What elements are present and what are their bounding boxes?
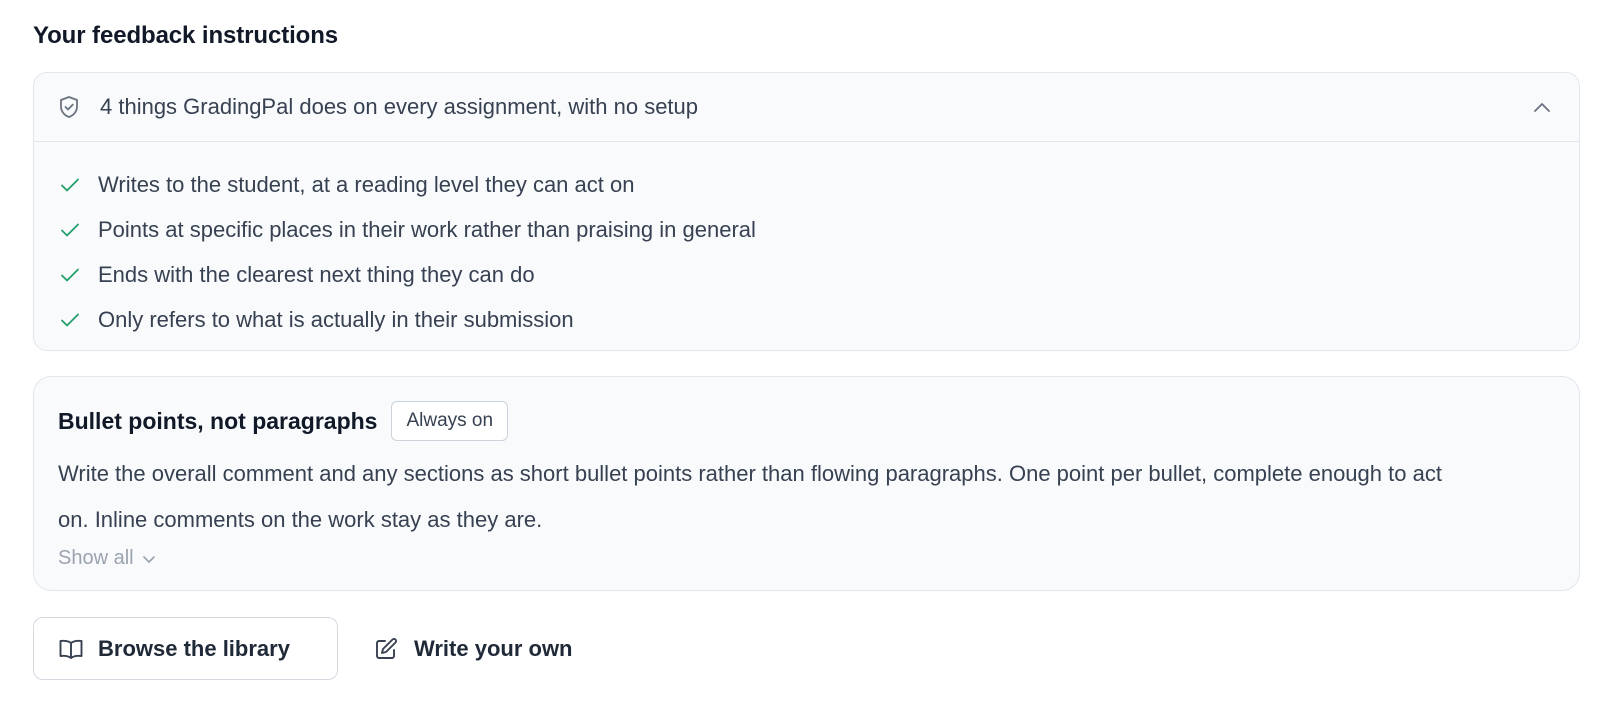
- defaults-item-text: Only refers to what is actually in their…: [98, 306, 574, 332]
- show-all-label: Show all: [58, 547, 134, 569]
- defaults-list-item: Only refers to what is actually in their…: [60, 297, 1579, 342]
- defaults-item-text: Writes to the student, at a reading leve…: [98, 171, 635, 197]
- instruction-body: Write the overall comment and any sectio…: [58, 461, 1442, 532]
- instruction-header: Bullet points, not paragraphs Always on: [58, 399, 1555, 443]
- edit-icon: [374, 636, 400, 662]
- defaults-card: 4 things GradingPal does on every assign…: [33, 72, 1580, 351]
- instruction-card[interactable]: Bullet points, not paragraphs Always on …: [33, 376, 1580, 591]
- defaults-list-item: Writes to the student, at a reading leve…: [60, 162, 1579, 207]
- check-icon: [60, 174, 82, 196]
- shield-check-icon: [58, 95, 82, 119]
- chevron-up-icon[interactable]: [1531, 96, 1553, 118]
- check-icon: [60, 309, 82, 331]
- status-badge: Always on: [391, 401, 509, 441]
- check-icon: [60, 264, 82, 286]
- defaults-item-text: Points at specific places in their work …: [98, 216, 756, 242]
- check-icon: [60, 219, 82, 241]
- actions-bar: Browse the library Write your own: [33, 617, 597, 680]
- chevron-down-icon: [142, 554, 156, 564]
- defaults-header-label: 4 things GradingPal does on every assign…: [100, 94, 699, 119]
- defaults-list-item: Points at specific places in their work …: [60, 207, 1579, 252]
- show-all-button[interactable]: Show all: [58, 547, 156, 570]
- section-title: Your feedback instructions: [33, 22, 339, 49]
- book-open-icon: [58, 636, 84, 662]
- browse-library-label: Browse the library: [98, 635, 290, 661]
- defaults-toggle[interactable]: 4 things GradingPal does on every assign…: [34, 73, 1579, 142]
- browse-library-button[interactable]: Browse the library: [33, 617, 338, 680]
- write-your-own-label: Write your own: [414, 635, 573, 661]
- defaults-item-text: Ends with the clearest next thing they c…: [98, 261, 535, 287]
- write-your-own-button[interactable]: Write your own: [350, 617, 597, 680]
- defaults-list: Writes to the student, at a reading leve…: [34, 142, 1579, 342]
- defaults-list-item: Ends with the clearest next thing they c…: [60, 252, 1579, 297]
- instruction-title: Bullet points, not paragraphs: [58, 407, 378, 434]
